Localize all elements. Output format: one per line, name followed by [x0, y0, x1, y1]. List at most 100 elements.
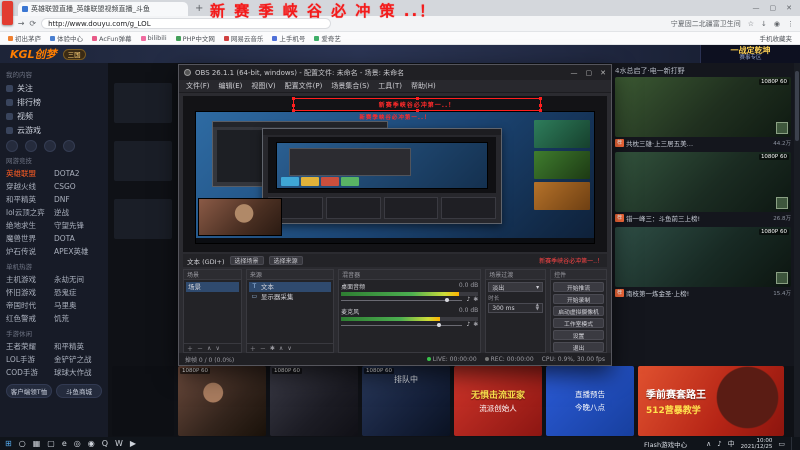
- move-down-icon[interactable]: ∨: [287, 345, 291, 352]
- background-card[interactable]: [114, 141, 172, 181]
- game-item[interactable]: 逆战: [54, 206, 102, 219]
- maximize-icon[interactable]: ▢: [586, 69, 593, 77]
- game-item[interactable]: 绝地求生: [6, 219, 54, 232]
- game-item[interactable]: 帝国时代: [6, 299, 54, 312]
- bookmark-item[interactable]: bilibili: [140, 34, 167, 42]
- file-explorer-icon[interactable]: ▢: [47, 437, 55, 450]
- card-title[interactable]: 错一峰三：斗鱼前三上榜!: [626, 213, 771, 223]
- properties-icon[interactable]: ✱: [270, 345, 275, 352]
- game-item[interactable]: 恐鬼症: [54, 286, 102, 299]
- card-title[interactable]: 南枝第一炼金圣·上榜!: [626, 288, 771, 298]
- source-item-text[interactable]: T 文本: [248, 282, 332, 292]
- stream-thumbnail[interactable]: 1080P 60: [615, 77, 791, 137]
- selection-handle[interactable]: [292, 109, 295, 112]
- event-banner[interactable]: 一战定乾坤 赛事专区: [700, 45, 800, 63]
- menu-help[interactable]: 帮助(H): [411, 81, 436, 91]
- obs-preview-canvas[interactable]: 新赛季峡谷必冲第一..！ 新赛季峡谷必冲第一..！: [183, 96, 607, 252]
- ime-indicator[interactable]: 中: [728, 439, 735, 449]
- promo-thumbnail-large[interactable]: 季前赛套路王 512营暴教学: [638, 366, 784, 436]
- promo-thumbnail[interactable]: 无惧击流亚家 流派创始人: [454, 366, 542, 436]
- category-icon[interactable]: [44, 140, 56, 152]
- game-item[interactable]: COD手游: [6, 366, 54, 379]
- menu-view[interactable]: 视图(V): [251, 81, 275, 91]
- selection-handle[interactable]: [292, 97, 295, 100]
- stream-card[interactable]: 1080P 60 荐 错一峰三：斗鱼前三上榜! 26.8万: [615, 152, 791, 224]
- red-packet-float-icon[interactable]: [2, 1, 13, 25]
- remove-icon[interactable]: －: [260, 344, 266, 353]
- game-item[interactable]: DOTA: [54, 232, 102, 245]
- choose-scene-button[interactable]: 选择场景: [229, 256, 264, 265]
- game-item[interactable]: 炉石传说: [6, 245, 54, 258]
- sidebar-item-cloudgame[interactable]: 云游戏: [6, 123, 102, 137]
- choose-source-button[interactable]: 选择来源: [268, 256, 303, 265]
- download-icon[interactable]: ↓: [761, 20, 767, 28]
- category-icon[interactable]: [6, 140, 18, 152]
- volume-slider[interactable]: ♪ ✱: [341, 296, 478, 304]
- duration-input[interactable]: 300 ms ▲ ▼: [488, 303, 544, 313]
- sidebar-item-video[interactable]: 视频: [6, 109, 102, 123]
- bookmark-item[interactable]: AcFun弹幕: [92, 33, 132, 43]
- bookmark-item[interactable]: 上手机号: [272, 33, 305, 43]
- browser-tab[interactable]: 英雄联盟直播_英雄联盟视频直播_斗鱼: [18, 2, 188, 16]
- virtual-camera-button[interactable]: 启动虚拟摄像机: [553, 306, 604, 316]
- remove-icon[interactable]: －: [197, 344, 203, 353]
- move-down-icon[interactable]: ∨: [215, 345, 219, 352]
- obs-titlebar[interactable]: OBS 26.1.1 (64-bit, windows) - 配置文件: 未命名…: [179, 65, 611, 80]
- background-card[interactable]: [114, 199, 172, 239]
- tray-expand-icon[interactable]: ∧: [706, 440, 711, 448]
- partial-thumbnail[interactable]: [112, 366, 174, 436]
- speaker-icon[interactable]: ♪: [466, 296, 470, 303]
- profile-icon[interactable]: ◉: [774, 20, 780, 28]
- transition-select[interactable]: 淡出 ▾: [488, 282, 544, 292]
- selection-handle[interactable]: [416, 97, 419, 100]
- client-tshirt-button[interactable]: 客户端领T恤: [6, 384, 52, 398]
- stream-thumbnail[interactable]: 1080P 60: [270, 366, 358, 436]
- gear-icon[interactable]: ✱: [473, 321, 478, 328]
- minimize-icon[interactable]: —: [571, 69, 578, 77]
- taskbar-clock[interactable]: 10:00 2021/12/25: [741, 438, 773, 450]
- menu-icon[interactable]: ⋮: [787, 20, 794, 28]
- volume-slider[interactable]: ♪ ✱: [341, 321, 478, 329]
- wechat-icon[interactable]: W: [115, 437, 123, 450]
- bookmark-item[interactable]: 体验中心: [50, 33, 83, 43]
- game-item[interactable]: 王者荣耀: [6, 340, 54, 353]
- card-title[interactable]: 共枕三雄·上三居五美…: [626, 138, 771, 148]
- mall-button[interactable]: 斗鱼商城: [56, 384, 102, 398]
- studio-mode-button[interactable]: 工作室模式: [553, 318, 604, 328]
- stream-thumbnail[interactable]: 1080P 60 排队中: [362, 366, 450, 436]
- game-item[interactable]: 主机游戏: [6, 273, 54, 286]
- background-card[interactable]: [114, 83, 172, 123]
- menu-profile[interactable]: 配置文件(P): [285, 81, 323, 91]
- new-tab-button[interactable]: +: [195, 2, 203, 16]
- volume-icon[interactable]: ♪: [717, 440, 721, 448]
- scene-item[interactable]: 场景: [186, 282, 239, 292]
- game-item[interactable]: 穿越火线: [6, 180, 54, 193]
- show-desktop-button[interactable]: [791, 437, 795, 450]
- sidebar-item-follow[interactable]: 关注: [6, 81, 102, 95]
- game-item[interactable]: 怀旧游戏: [6, 286, 54, 299]
- notification-center-icon[interactable]: ▭: [778, 440, 785, 448]
- forward-icon[interactable]: →: [18, 19, 25, 28]
- game-item[interactable]: 守望先锋: [54, 219, 102, 232]
- selection-handle[interactable]: [539, 109, 542, 112]
- game-item[interactable]: 饥荒: [54, 312, 102, 325]
- settings-button[interactable]: 设置: [553, 330, 604, 340]
- game-item[interactable]: CSGO: [54, 180, 102, 193]
- text-source-selection-box[interactable]: 新赛季峡谷必冲第一..！: [292, 97, 542, 112]
- selection-handle[interactable]: [416, 109, 419, 112]
- exit-button[interactable]: 退出: [553, 342, 604, 352]
- search-icon[interactable]: ○: [19, 437, 26, 450]
- gear-icon[interactable]: ✱: [473, 296, 478, 303]
- obs-app-icon[interactable]: ◉: [88, 437, 95, 450]
- page-scrollbar[interactable]: [794, 63, 800, 437]
- menu-edit[interactable]: 编辑(E): [219, 81, 243, 91]
- selection-handle[interactable]: [539, 97, 542, 100]
- game-item[interactable]: lol云顶之弈: [6, 206, 54, 219]
- minimize-icon[interactable]: —: [753, 4, 760, 12]
- bookmark-item[interactable]: 爱奇艺: [314, 33, 341, 43]
- close-icon[interactable]: ✕: [600, 69, 606, 77]
- scrollbar-thumb[interactable]: [795, 71, 799, 141]
- stream-card[interactable]: 1080P 60 荐 南枝第一炼金圣·上榜! 15.4万: [615, 227, 791, 299]
- flash-game-center-label[interactable]: Flash游戏中心: [644, 439, 687, 449]
- menu-tools[interactable]: 工具(T): [378, 81, 402, 91]
